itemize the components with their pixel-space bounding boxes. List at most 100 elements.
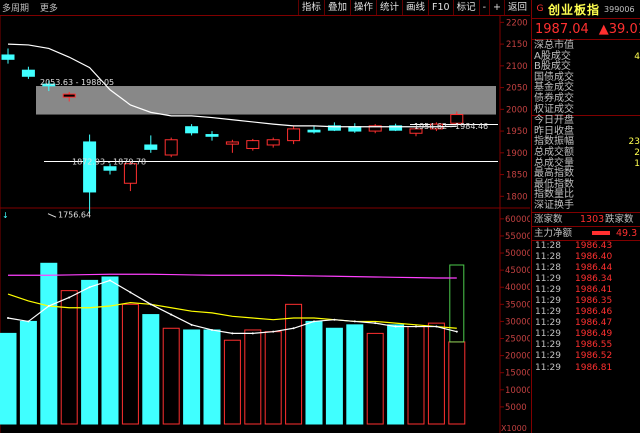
tick-time: 11:29 — [535, 273, 561, 284]
price-tick-label: 2100 — [506, 62, 528, 72]
scroll-arrow-icon: ↓ — [2, 211, 9, 220]
ma-dot — [455, 330, 458, 333]
volume-bar — [366, 332, 384, 425]
stat-label: A股成交 — [534, 50, 571, 62]
toolbar-button-2[interactable]: 操作 — [349, 0, 376, 15]
toolbar-button-5[interactable]: F10 — [428, 0, 453, 15]
candle-body — [307, 129, 321, 133]
main-flow-bar — [592, 231, 610, 235]
candle-body — [103, 166, 117, 171]
toolbar-button-6[interactable]: 标记 — [452, 0, 479, 15]
toolbar-button-8[interactable]: + — [489, 0, 504, 15]
tick-row: 11:29 1986.55 — [532, 340, 640, 351]
tick-time: 11:28 — [535, 240, 561, 251]
price-tick-label: 1900 — [506, 149, 528, 159]
tick-price: 1986.52 — [575, 351, 613, 362]
tick-time: 11:29 — [535, 318, 561, 329]
volume-bar — [407, 326, 425, 425]
ma-dot — [394, 325, 397, 328]
stat-value: 4 — [634, 51, 640, 62]
volume-bar — [285, 303, 303, 425]
tick-time: 11:29 — [535, 284, 561, 295]
toolbar-button-0[interactable]: 指标 — [297, 0, 324, 15]
toolbar-button-7[interactable]: - — [478, 0, 489, 15]
ma-dot — [374, 322, 377, 325]
volume-bar — [203, 329, 221, 425]
volume-tick-label: 15000 — [505, 369, 530, 379]
volume-tick-label: 60000 — [505, 215, 530, 225]
stat-label: 总成交额 — [534, 146, 574, 158]
tick-price: 1986.43 — [575, 240, 613, 251]
volume-bar — [183, 329, 201, 425]
stock-name: 创业板指 — [548, 2, 601, 17]
price-annotation: 2053.63 - 1988.05 — [40, 78, 114, 87]
tick-row: 11:28 1986.40 — [532, 252, 640, 263]
price-annotation: 1756.64 — [58, 211, 91, 220]
chart-toolbar: 指标 叠加 操作 统计 画线 F10 标记 - + 返回 — [297, 0, 530, 15]
candle-body — [225, 141, 239, 145]
tick-row: 11:29 1986.47 — [532, 318, 640, 329]
tick-time: 11:28 — [535, 262, 561, 273]
volume-bar — [223, 339, 241, 425]
ma-dot — [88, 286, 91, 289]
ma-dot — [109, 279, 111, 282]
ma-dot — [47, 305, 50, 308]
period-selector[interactable]: 多周期 — [2, 4, 29, 14]
tick-row: 11:29 1986.41 — [532, 285, 640, 296]
tick-row: 11:29 1986.49 — [532, 329, 640, 340]
main-fund-flow: 主力净额 49.3 — [532, 225, 640, 241]
stat-value: 2 — [634, 147, 640, 158]
toolbar-button-9[interactable]: 返回 — [503, 0, 530, 15]
toolbar-button-4[interactable]: 画线 — [401, 0, 428, 15]
price-tick-label: 2000 — [506, 105, 528, 115]
volume-bar — [162, 327, 180, 425]
ma-dot — [231, 332, 234, 335]
volume-bar — [142, 314, 160, 425]
tick-row: 11:29 1986.35 — [532, 296, 640, 307]
candle-body — [164, 139, 178, 156]
price-change: ▲39.01 — [598, 21, 640, 37]
candle-body — [287, 128, 301, 142]
ma-dot — [129, 291, 132, 294]
tick-time: 11:29 — [535, 362, 561, 373]
volume-bar — [305, 320, 323, 425]
tick-list[interactable]: 11:28 1986.43 11:28 1986.40 11:28 1986.44 11:2… — [532, 241, 640, 374]
stat-label: 权证成交 — [534, 103, 574, 115]
volume-tick-label: 55000 — [505, 232, 530, 242]
toolbar-button-3[interactable]: 统计 — [375, 0, 402, 15]
ma-dot — [415, 325, 417, 328]
chart-area[interactable]: 2200 2150 2100 2050 2000 1950 1900 1850 1800 6000… — [0, 0, 530, 433]
candle-body — [348, 126, 362, 132]
volume-bar — [0, 332, 17, 425]
stat-value: 1 — [634, 158, 640, 169]
tick-time: 11:28 — [535, 251, 561, 262]
ma-dot — [251, 332, 254, 335]
main-flow-value: 49.3 — [616, 227, 638, 239]
kline-chart[interactable]: 2200 2150 2100 2050 2000 1950 1900 1850 1800 6000… — [0, 0, 530, 433]
price-tick-label: 2200 — [506, 18, 528, 28]
price-annotation: 1872.93 - 1879.78 — [72, 158, 146, 167]
toolbar-button-1[interactable]: 叠加 — [323, 0, 350, 15]
tick-price: 1986.81 — [575, 362, 613, 373]
tick-price: 1986.34 — [575, 273, 613, 284]
tick-row: 11:29 1986.81 — [532, 363, 640, 374]
stat-label: B股成交 — [534, 61, 571, 73]
ma-dot — [272, 330, 275, 333]
last-price: 1987.04 — [535, 21, 589, 37]
candle-body — [144, 144, 158, 150]
tick-price: 1986.44 — [575, 262, 613, 273]
annotation-pointer — [47, 213, 57, 218]
chart-topbar: 多周期 更多 指标 叠加 操作 统计 画线 F10 标记 - + 返回 — [0, 0, 530, 16]
ma-dot — [68, 296, 71, 299]
volume-tick-label: 20000 — [505, 352, 530, 362]
stat-row: 权证成交 — [532, 103, 640, 116]
volume-tick-label: 40000 — [505, 283, 530, 293]
volume-bar — [448, 341, 466, 425]
volume-tick-label: 5000 — [505, 403, 527, 413]
candle-body — [246, 140, 260, 149]
tick-time: 11:29 — [535, 307, 561, 318]
stat-label: 深证换手 — [534, 199, 574, 211]
more-menu[interactable]: 更多 — [40, 4, 58, 14]
down-label: 跌家数 — [605, 213, 634, 225]
stat-list: 深总市值 A股成交 4 B股成交 国债成交 基金成交 债券成交 权证成交 今日开盘 昨日收盘 指数振… — [532, 40, 640, 212]
